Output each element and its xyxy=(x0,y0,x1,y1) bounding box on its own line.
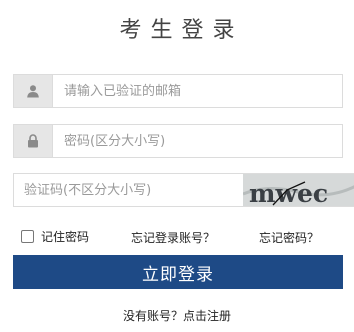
captcha-image[interactable]: mwec xyxy=(243,174,354,206)
user-icon xyxy=(14,75,53,107)
lock-icon xyxy=(14,125,53,157)
email-field-group xyxy=(13,74,343,108)
forgot-password-link[interactable]: 忘记密码？ xyxy=(259,229,319,246)
password-input[interactable] xyxy=(52,125,340,157)
remember-password-checkbox[interactable] xyxy=(21,230,34,243)
forgot-account-link[interactable]: 忘记登录账号？ xyxy=(131,229,215,246)
captcha-field-group: mwec xyxy=(13,173,354,207)
captcha-graphic: mwec xyxy=(243,174,354,206)
remember-password-label: 记住密码 xyxy=(41,230,90,244)
captcha-text: mwec xyxy=(249,179,328,206)
login-options: 记住密码 忘记登录账号？ 忘记密码？ xyxy=(0,228,354,248)
captcha-input[interactable] xyxy=(14,174,242,206)
email-input[interactable] xyxy=(52,75,340,107)
login-button[interactable]: 立即登录 xyxy=(13,255,343,289)
password-field-group xyxy=(13,124,343,158)
register-prompt: 没有账号？点击注册 xyxy=(0,307,354,324)
register-prompt-text: 没有账号？ xyxy=(122,309,183,323)
register-link[interactable]: 点击注册 xyxy=(183,309,231,323)
remember-password-toggle[interactable]: 记住密码 xyxy=(21,228,89,245)
page-title: 考生登录 xyxy=(119,18,244,43)
